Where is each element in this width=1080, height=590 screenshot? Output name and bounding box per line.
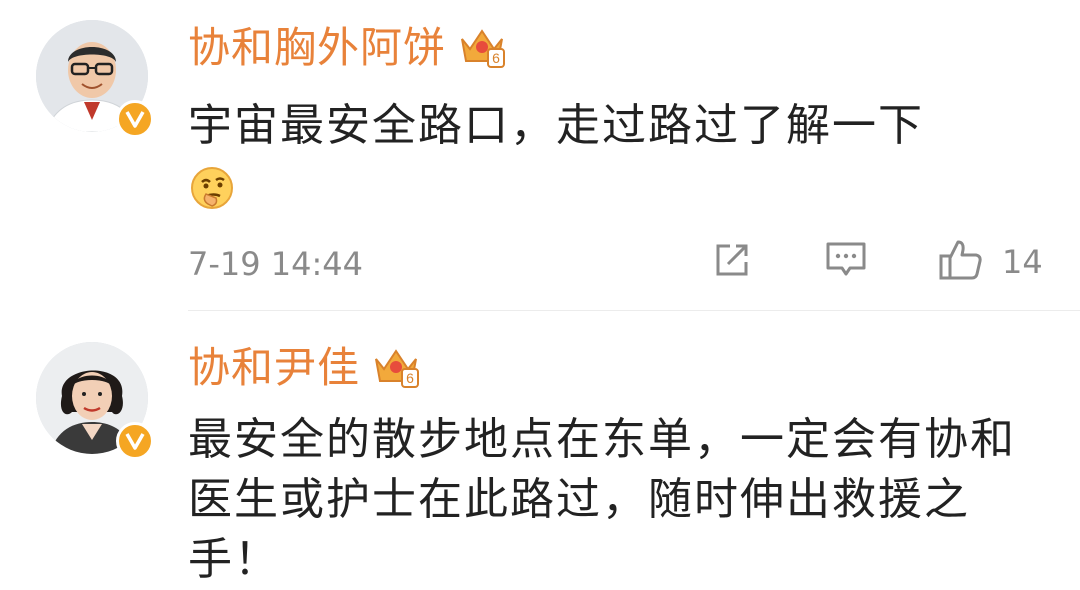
author-row: 协和胸外阿饼 6 (188, 20, 506, 76)
like-button[interactable]: 14 (938, 240, 1043, 284)
thinking-face-icon (188, 164, 236, 212)
crown-level-6-icon[interactable]: 6 (372, 345, 420, 391)
timestamp: 7-19 14:44 (188, 245, 364, 283)
avatar[interactable] (36, 342, 154, 460)
divider (188, 310, 1080, 311)
author-row: 协和尹佳 6 (188, 340, 420, 396)
comment-text: 最安全的散步地点在东单，一定会有协和医生或护士在此路过，随时伸出救援之手！ (188, 414, 1016, 585)
author-name[interactable]: 协和胸外阿饼 (188, 20, 446, 76)
svg-text:6: 6 (406, 370, 414, 386)
comment-icon (824, 240, 868, 284)
crown-level-6-icon[interactable]: 6 (458, 25, 506, 71)
verified-v-icon (116, 100, 154, 138)
like-count: 14 (1002, 243, 1043, 281)
share-icon (712, 240, 752, 284)
comment-text: 宇宙最安全路口，走过路过了解一下 (188, 100, 924, 151)
svg-text:6: 6 (492, 50, 500, 66)
thumbs-up-icon (938, 238, 984, 286)
share-button[interactable] (712, 240, 752, 284)
avatar[interactable] (36, 20, 154, 138)
comment-meta: 7-19 14:44 14 (188, 240, 1048, 290)
comment-item: 协和胸外阿饼 6 宇宙最安全路口，走过路过了解一下 7-19 14:44 14 (0, 0, 1080, 311)
comment-button[interactable] (824, 240, 868, 284)
verified-v-icon (116, 422, 154, 460)
author-name[interactable]: 协和尹佳 (188, 340, 360, 396)
